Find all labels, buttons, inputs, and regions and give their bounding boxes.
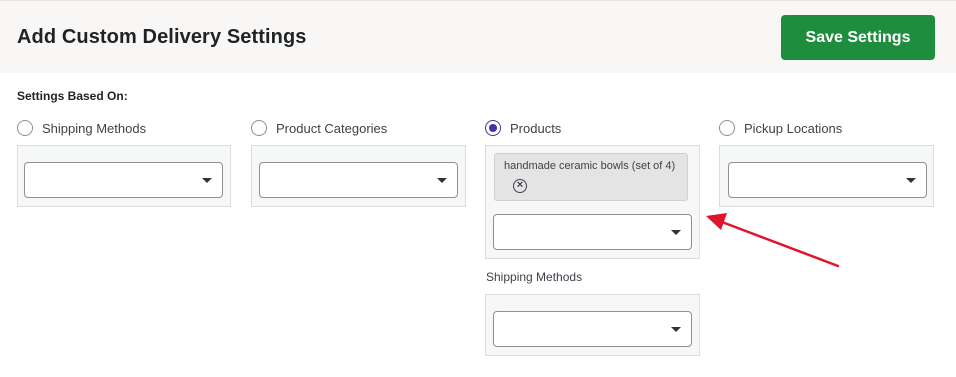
radio-label: Product Categories [276, 120, 388, 136]
chevron-down-icon [906, 178, 916, 183]
radio-button[interactable] [251, 120, 267, 136]
radio-products[interactable]: Products [485, 120, 561, 136]
chevron-down-icon [671, 327, 681, 332]
chevron-down-icon [671, 230, 681, 235]
radio-label: Pickup Locations [744, 120, 843, 136]
radio-button[interactable] [17, 120, 33, 136]
products-shipping-methods-select[interactable] [493, 311, 692, 347]
chevron-down-icon [202, 178, 212, 183]
radio-pickup-locations[interactable]: Pickup Locations [719, 120, 842, 136]
product-categories-select[interactable] [259, 162, 458, 198]
products-shipping-methods-label: Shipping Methods [486, 270, 583, 284]
shipping-methods-select[interactable] [24, 162, 223, 198]
page-title: Add Custom Delivery Settings [17, 26, 307, 48]
radio-button[interactable] [719, 120, 735, 136]
products-select[interactable] [493, 214, 692, 250]
remove-circle-icon[interactable]: × [513, 179, 527, 193]
save-settings-button[interactable]: Save Settings [781, 15, 935, 60]
radio-label: Products [510, 120, 562, 136]
radio-label: Shipping Methods [42, 120, 147, 136]
pickup-locations-select[interactable] [728, 162, 927, 198]
page-header: Add Custom Delivery Settings Save Settin… [0, 0, 956, 73]
radio-product-categories[interactable]: Product Categories [251, 120, 387, 136]
selected-product-tag: handmade ceramic bowls (set of 4) × [494, 153, 688, 201]
radio-button[interactable] [485, 120, 501, 136]
annotation-arrow [706, 213, 840, 268]
radio-shipping-methods[interactable]: Shipping Methods [17, 120, 146, 136]
settings-based-on-label: Settings Based On: [17, 89, 128, 103]
chevron-down-icon [437, 178, 447, 183]
tag-label: handmade ceramic bowls (set of 4) [504, 160, 676, 172]
